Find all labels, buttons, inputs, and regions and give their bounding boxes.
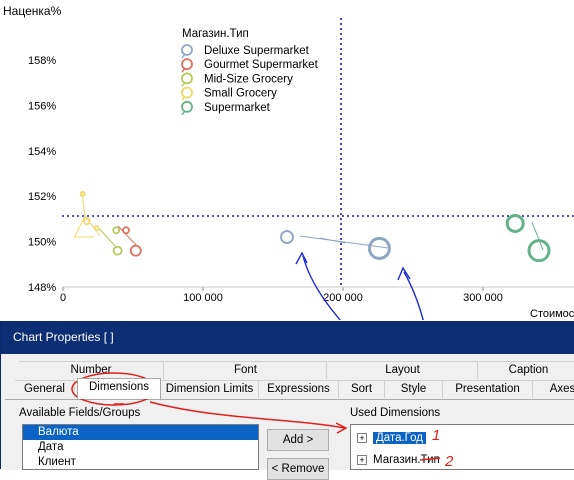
used-dimension-item[interactable]: + Дата.Год [357, 430, 426, 446]
add-button[interactable]: Add > [267, 429, 329, 451]
tab-dimensions[interactable]: Dimensions [77, 378, 161, 399]
annotation-arrow [302, 255, 341, 320]
legend-marker [181, 100, 193, 113]
annotation-arrowhead [397, 266, 411, 281]
available-field-item[interactable]: Клиент [23, 455, 258, 469]
remove-button[interactable]: < Remove [267, 458, 329, 480]
chart-properties-dialog: Chart Properties [ ] Number Font Layout Cap… [0, 321, 574, 480]
tab-sort[interactable]: Sort [339, 380, 385, 398]
tab-expressions[interactable]: Expressions [259, 380, 339, 398]
y-tick-label: 150% [28, 237, 56, 249]
data-point [112, 226, 121, 235]
x-tick-label: 200 000 [323, 292, 363, 304]
y-tick-label: 156% [28, 100, 56, 112]
data-point [112, 245, 123, 256]
legend-marker [181, 86, 193, 99]
tab-style[interactable]: Style [385, 380, 443, 398]
annotation-arrow [403, 271, 424, 320]
scatter-chart: Наценка% 158% 156% 154% 152% 150% 148% 0 100 0… [3, 4, 574, 320]
used-dimension-label: Магазин.Тип [373, 454, 440, 466]
legend-entry: Gourmet Supermarket [204, 59, 319, 71]
tab-number[interactable]: Number [19, 361, 164, 379]
tab-caption[interactable]: Caption [479, 361, 574, 379]
data-point [280, 230, 294, 244]
y-axis-label: Наценка% [3, 4, 62, 18]
x-axis: 0 100 000 200 000 300 000 [60, 287, 503, 304]
data-point [93, 225, 100, 231]
legend-title: Магазин.Тип [182, 28, 249, 40]
trail-line [299, 235, 389, 249]
tab-axes[interactable]: Axes [533, 380, 574, 398]
y-axis: 158% 156% 154% 152% 150% 148% [28, 55, 56, 294]
used-dimension-label: Дата.Год [373, 432, 426, 444]
legend-entry: Deluxe Supermarket [204, 45, 310, 57]
trail-lines [73, 192, 544, 251]
x-axis-label: Стоимос [530, 308, 574, 320]
y-tick-label: 148% [28, 282, 56, 294]
y-tick-label: 154% [28, 146, 56, 158]
tab-layout[interactable]: Layout [328, 361, 478, 379]
legend: Магазин.Тип Deluxe Supermarket Gourmet Su… [181, 28, 319, 116]
tab-dimension-limits[interactable]: Dimension Limits [161, 380, 259, 398]
data-point [129, 244, 142, 257]
legend-entry: Small Grocery [204, 88, 277, 100]
trail-line [531, 221, 544, 251]
tab-presentation[interactable]: Presentation [443, 380, 533, 398]
data-point [505, 213, 525, 233]
available-field-item[interactable]: Валюта [23, 425, 258, 440]
dialog-title[interactable]: Chart Properties [ ] [1, 321, 574, 354]
legend-marker [181, 44, 193, 56]
dimensions-panel: Available Fields/Groups Валюта Дата Клиент… [5, 399, 574, 480]
expand-icon[interactable]: + [357, 454, 367, 465]
legend-marker [181, 72, 193, 85]
trail-line [73, 215, 86, 239]
x-tick-label: 300 000 [463, 292, 503, 304]
used-dimensions-label: Used Dimensions [350, 407, 441, 419]
available-field-item[interactable]: Дата [23, 440, 258, 455]
tab-font[interactable]: Font [165, 361, 327, 379]
tab-general[interactable]: General [15, 380, 75, 398]
y-tick-label: 152% [28, 191, 56, 203]
legend-entry: Mid-Size Grocery [204, 73, 293, 85]
data-point [367, 236, 391, 260]
data-point [122, 226, 130, 235]
y-tick-label: 158% [28, 55, 56, 67]
x-tick-label: 100 000 [183, 292, 223, 304]
expand-icon[interactable]: + [357, 432, 367, 443]
legend-marker [181, 58, 193, 71]
data-point [527, 239, 551, 263]
available-fields-label: Available Fields/Groups [19, 407, 141, 419]
used-dimension-item[interactable]: + Магазин.Тип [357, 452, 440, 468]
available-fields-list[interactable]: Валюта Дата Клиент [22, 424, 259, 470]
used-dimensions-list[interactable]: + Дата.Год + Магазин.Тип [350, 424, 574, 470]
trail-line [117, 225, 138, 247]
data-points [79, 191, 551, 263]
x-tick-label: 0 [60, 292, 66, 304]
legend-entry: Supermarket [204, 102, 271, 114]
